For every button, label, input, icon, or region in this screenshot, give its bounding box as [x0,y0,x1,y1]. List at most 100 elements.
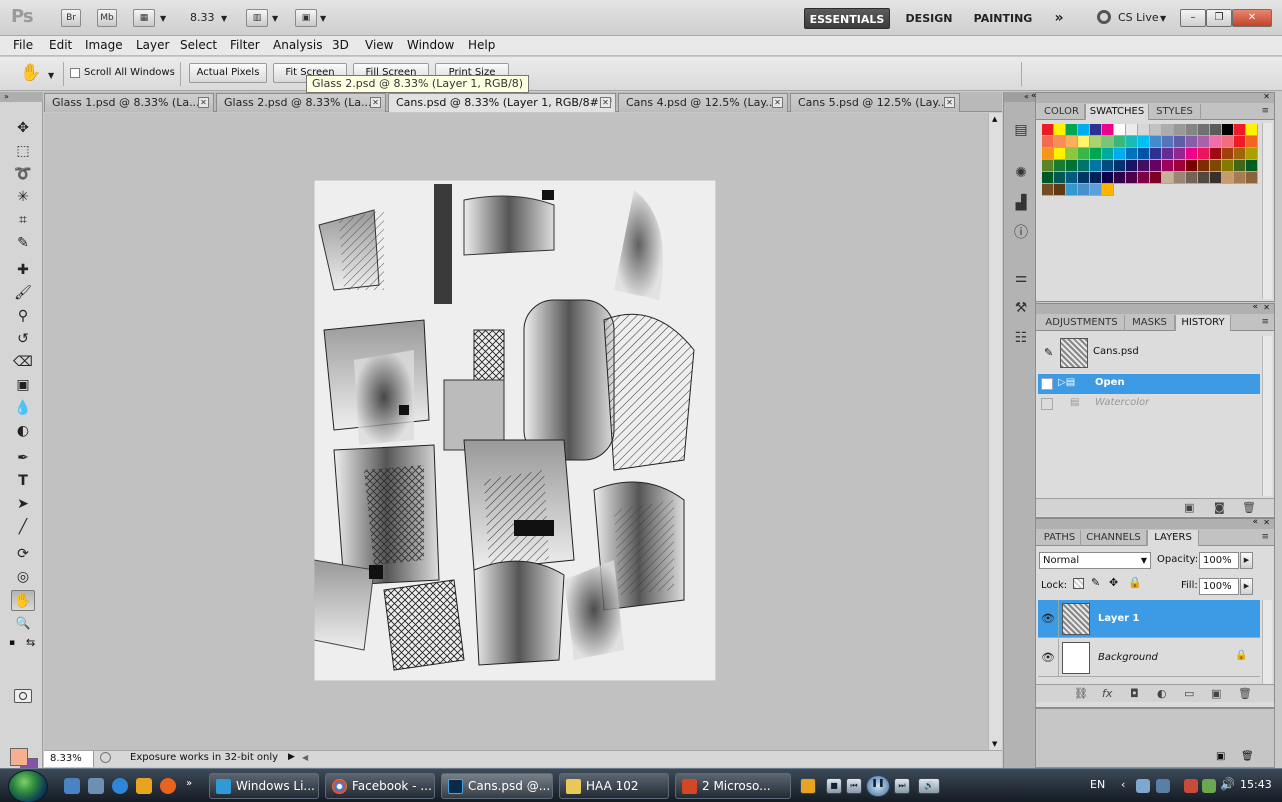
color-swatch[interactable] [1066,148,1078,160]
color-swatch[interactable] [1162,136,1174,148]
spot-healing-tool-icon[interactable]: ✚ [11,260,35,281]
color-swatch[interactable] [1114,148,1126,160]
mini-bridge-button[interactable]: Mb [97,9,117,27]
tab-color[interactable]: COLOR [1039,104,1085,120]
color-swatch[interactable] [1198,172,1210,184]
menu-file[interactable]: File [13,38,33,52]
menu-edit[interactable]: Edit [49,38,72,52]
scroll-down-icon[interactable]: ▼ [992,740,997,748]
document-canvas[interactable] [44,113,988,750]
color-swatch[interactable] [1162,160,1174,172]
color-swatch[interactable] [1174,124,1186,136]
menu-select[interactable]: Select [180,38,217,52]
tab-paths[interactable]: PATHS [1039,530,1081,546]
lasso-tool-icon[interactable]: ➰ [11,164,35,185]
color-swatch[interactable] [1186,136,1198,148]
crop-tool-icon[interactable]: ⌗ [11,210,35,231]
color-swatch[interactable] [1138,148,1150,160]
color-swatch[interactable] [1090,124,1102,136]
collapse-icon[interactable]: « [1252,517,1258,527]
color-swatch[interactable] [1186,124,1198,136]
color-swatch[interactable] [1162,148,1174,160]
doc-tab-cans-4[interactable]: Cans 4.psd @ 12.5% (Lay... ✕ [618,93,788,112]
menu-3d[interactable]: 3D [332,38,349,52]
color-swatch[interactable] [1114,172,1126,184]
color-swatch[interactable] [1126,124,1138,136]
color-swatch[interactable] [1078,148,1090,160]
color-swatch[interactable] [1186,160,1198,172]
color-swatch[interactable] [1078,124,1090,136]
history-scrollbar[interactable] [1262,336,1272,496]
color-swatch[interactable] [1090,136,1102,148]
color-swatch[interactable] [1150,160,1162,172]
menu-image[interactable]: Image [85,38,123,52]
trash-icon[interactable]: 🗑 [1242,501,1256,514]
eraser-tool-icon[interactable]: ⌫ [11,352,35,373]
new-layer-icon[interactable]: ▣ [1211,687,1221,700]
task-photoshop[interactable]: Cans.psd @... [441,773,553,799]
color-swatch[interactable] [1162,124,1174,136]
color-swatch[interactable] [1198,148,1210,160]
screen-mode-button[interactable]: ▣ [295,9,317,27]
new-group-icon[interactable]: ▭ [1184,687,1194,700]
media-player-toolbar-icon[interactable] [800,778,816,794]
tab-adjustments[interactable]: ADJUSTMENTS [1039,315,1125,331]
layer-name[interactable]: Background [1098,652,1158,663]
color-swatch[interactable] [1090,184,1102,196]
color-swatch[interactable] [1054,160,1066,172]
3d-orbit-tool-icon[interactable]: ◎ [11,567,35,588]
chevron-down-icon[interactable]: ▼ [160,14,166,23]
brush-tool-icon[interactable]: 🖌 [11,283,35,304]
history-step-watercolor[interactable]: ▤ Watercolor [1038,394,1260,414]
color-swatch[interactable] [1234,136,1246,148]
new-snapshot-icon[interactable]: ◙ [1214,501,1225,514]
scroll-left-icon[interactable]: ◀ [302,753,308,762]
tool-presets-panel-icon[interactable]: ⚒ [1012,299,1030,317]
color-swatch[interactable] [1042,148,1054,160]
color-swatch[interactable] [1042,160,1054,172]
quick-mask-icon[interactable] [14,689,32,703]
color-swatch[interactable] [1234,148,1246,160]
color-swatch[interactable] [1126,136,1138,148]
new-layer-icon[interactable]: ▣ [1216,751,1225,762]
stop-icon[interactable]: ■ [826,778,842,794]
chevron-down-icon[interactable]: ▼ [221,14,227,23]
arrange-documents-button[interactable]: ▥ [246,9,268,27]
blur-tool-icon[interactable]: 💧 [11,398,35,419]
line-tool-icon[interactable]: ╱ [11,517,35,538]
switch-windows-icon[interactable] [88,778,104,794]
color-swatch[interactable] [1150,148,1162,160]
cs-live-button[interactable]: CS Live [1118,11,1159,24]
doc-tab-glass-1[interactable]: Glass 1.psd @ 8.33% (La... ✕ [44,93,214,112]
chevron-down-icon[interactable]: ▼ [272,14,278,23]
restore-button[interactable]: ❐ [1206,9,1232,27]
more-workspaces-button[interactable]: » [1046,8,1072,29]
close-icon[interactable]: ✕ [1263,92,1270,101]
layers-scrollbar[interactable] [1262,600,1272,684]
default-colors-icon[interactable]: ▪ [9,638,15,648]
color-swatch[interactable] [1102,160,1114,172]
clock[interactable]: 15:43 [1240,778,1272,791]
trash-icon[interactable]: 🗑 [1238,687,1252,700]
layer-name[interactable]: Layer 1 [1098,613,1139,624]
color-swatch[interactable] [1078,136,1090,148]
foreground-color-swatch[interactable] [10,748,28,766]
history-step-open[interactable]: ▷▤ Open [1038,374,1260,394]
color-swatch[interactable] [1234,160,1246,172]
tab-channels[interactable]: CHANNELS [1081,530,1147,546]
menu-filter[interactable]: Filter [230,38,260,52]
minimize-button[interactable]: – [1180,9,1206,27]
close-button[interactable]: ✕ [1232,9,1272,27]
zoom-level[interactable]: 8.33 [190,11,215,24]
menu-layer[interactable]: Layer [136,38,169,52]
chevron-down-icon[interactable]: ▼ [320,14,326,23]
color-swatch[interactable] [1210,148,1222,160]
lock-position-icon[interactable]: ✥ [1109,576,1118,589]
opacity-field[interactable]: 100% [1199,552,1239,569]
color-swatch[interactable] [1090,172,1102,184]
color-swatch[interactable] [1210,136,1222,148]
color-swatch[interactable] [1090,148,1102,160]
menu-window[interactable]: Window [407,38,454,52]
task-windows-live[interactable]: Windows Li... [209,773,319,799]
tray-app-icon[interactable] [1156,779,1170,793]
